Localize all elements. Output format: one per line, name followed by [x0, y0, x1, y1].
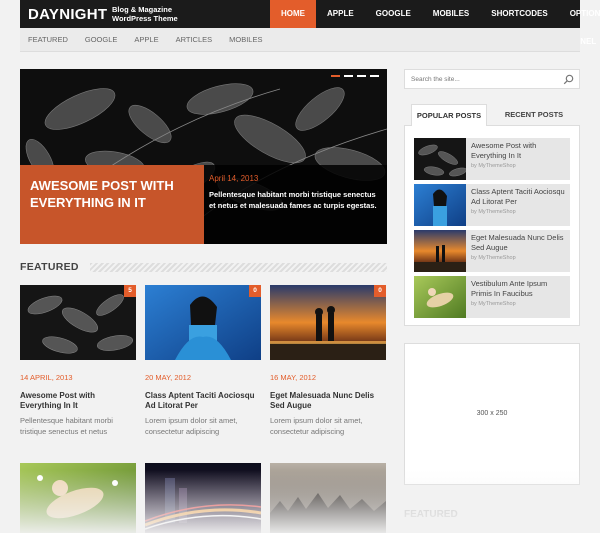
post-image: [414, 230, 466, 272]
popular-post-thumbnail[interactable]: [414, 138, 466, 180]
post-image: [20, 463, 136, 533]
tagline-line-2: WordPress Theme: [112, 14, 178, 23]
post-image: [414, 184, 466, 226]
site-tagline: Blog & Magazine WordPress Theme: [112, 5, 178, 23]
post-image: [270, 285, 386, 360]
popular-post-thumbnail[interactable]: [414, 276, 466, 318]
post-title[interactable]: Eget Malesuada Nunc Delis Sed Augue: [270, 391, 386, 411]
top-nav-home[interactable]: HOME: [270, 0, 316, 28]
featured-post-6-thumbnail[interactable]: 0: [270, 463, 386, 533]
top-nav-shortcodes[interactable]: SHORTCODES: [480, 0, 558, 28]
tab-popular-posts[interactable]: POPULAR POSTS: [411, 104, 487, 126]
sub-nav-featured[interactable]: FEATURED: [28, 35, 68, 44]
featured-post-3[interactable]: 0 16 MAY, 2012 Eget Malesuada Nunc Delis…: [270, 285, 386, 437]
tab-panel-popular: Awesome Post with Everything In It by My…: [404, 125, 580, 326]
top-navigation: HOME APPLE GOOGLE MOBILES SHORTCODES OPT…: [270, 0, 600, 46]
top-nav-options-panel[interactable]: OPTIONS PANEL: [559, 0, 600, 46]
slide-date: April 14, 2013: [209, 174, 259, 183]
popular-post-3[interactable]: Eget Malesuada Nunc Delis Sed Augue by M…: [414, 230, 570, 272]
post-thumbnail[interactable]: 5: [20, 285, 136, 360]
advertisement-box[interactable]: 300 x 250: [404, 343, 580, 485]
slider-dot-1[interactable]: [331, 75, 340, 77]
popular-post-1[interactable]: Awesome Post with Everything In It by My…: [414, 138, 570, 180]
sub-nav-apple[interactable]: APPLE: [134, 35, 158, 44]
slider-pagination: [331, 75, 379, 77]
popular-post-thumbnail[interactable]: [414, 230, 466, 272]
popular-post-author: by MyThemeShop: [471, 255, 516, 261]
slide-details: April 14, 2013 Pellentesque habitant mor…: [204, 165, 387, 244]
top-nav-mobiles[interactable]: MOBILES: [422, 0, 480, 28]
popular-post-author: by MyThemeShop: [471, 163, 516, 169]
popular-post-title[interactable]: Class Aptent Taciti Aociosqu Ad Litorat …: [471, 187, 568, 207]
sub-nav-google[interactable]: GOOGLE: [85, 35, 118, 44]
featured-slider[interactable]: AWESOME POST WITH EVERYTHING IN IT April…: [20, 69, 387, 244]
sidebar-featured-title: FEATURED: [404, 509, 458, 520]
popular-post-title[interactable]: Eget Malesuada Nunc Delis Sed Augue: [471, 233, 568, 253]
popular-post-title[interactable]: Vestibulum Ante Ipsum Primis In Faucibus: [471, 279, 568, 299]
post-image: [270, 463, 386, 533]
slider-dot-2[interactable]: [344, 75, 353, 77]
popular-post-thumbnail[interactable]: [414, 184, 466, 226]
slider-dot-3[interactable]: [357, 75, 366, 77]
comment-count-badge[interactable]: 5: [124, 285, 136, 297]
search-input[interactable]: Search the site...: [411, 76, 460, 83]
post-date: 20 MAY, 2012: [145, 373, 192, 382]
section-divider-stripes: [90, 263, 387, 272]
sub-nav-articles[interactable]: ARTICLES: [176, 35, 213, 44]
post-image: [145, 463, 261, 533]
top-nav-apple[interactable]: APPLE: [316, 0, 365, 28]
slide-title[interactable]: AWESOME POST WITH EVERYTHING IN IT: [20, 165, 204, 244]
popular-post-author: by MyThemeShop: [471, 209, 516, 215]
post-title[interactable]: Awesome Post with Everything In It: [20, 391, 136, 411]
featured-section-header: FEATURED: [20, 261, 387, 273]
site-logo[interactable]: DAYNIGHT: [28, 6, 107, 23]
post-date: 16 MAY, 2012: [270, 373, 317, 382]
tagline-line-1: Blog & Magazine: [112, 5, 173, 14]
post-excerpt: Pellentesque habitant morbi tristique se…: [20, 416, 113, 436]
slide-excerpt: Pellentesque habitant morbi tristique se…: [209, 190, 377, 210]
post-image: [20, 285, 136, 360]
search-icon[interactable]: [563, 74, 574, 85]
post-excerpt: Lorem ipsum dolor sit amet, consectetur …: [270, 416, 363, 436]
post-image: [145, 285, 261, 360]
post-date: 14 APRIL, 2013: [20, 373, 73, 382]
popular-post-title[interactable]: Awesome Post with Everything In It: [471, 141, 568, 161]
comment-count-badge[interactable]: 0: [249, 285, 261, 297]
post-excerpt: Lorem ipsum dolor sit amet, consectetur …: [145, 416, 238, 436]
comment-count-badge[interactable]: 0: [374, 285, 386, 297]
popular-post-2[interactable]: Class Aptent Taciti Aociosqu Ad Litorat …: [414, 184, 570, 226]
tab-recent-posts[interactable]: RECENT POSTS: [494, 104, 574, 126]
post-image: [414, 276, 466, 318]
featured-post-4-thumbnail[interactable]: 0: [20, 463, 136, 533]
popular-post-4[interactable]: Vestibulum Ante Ipsum Primis In Faucibus…: [414, 276, 570, 318]
featured-post-2[interactable]: 0 20 MAY, 2012 Class Aptent Taciti Aocio…: [145, 285, 261, 437]
slider-dot-4[interactable]: [370, 75, 379, 77]
post-thumbnail[interactable]: 0: [270, 285, 386, 360]
featured-post-1[interactable]: 5 14 APRIL, 2013 Awesome Post with Every…: [20, 285, 136, 437]
sidebar-tabs-widget: Awesome Post with Everything In It by My…: [404, 104, 580, 326]
header-bar: DAYNIGHT Blog & Magazine WordPress Theme…: [20, 0, 600, 46]
search-box: Search the site...: [404, 69, 580, 89]
post-thumbnail[interactable]: 0: [145, 285, 261, 360]
secondary-navigation: FEATURED GOOGLE APPLE ARTICLES MOBILES: [20, 28, 580, 52]
popular-post-author: by MyThemeShop: [471, 301, 516, 307]
post-title[interactable]: Class Aptent Taciti Aociosqu Ad Litorat …: [145, 391, 261, 411]
post-image: [414, 138, 466, 180]
top-nav-google[interactable]: GOOGLE: [365, 0, 422, 28]
featured-post-5-thumbnail[interactable]: 0: [145, 463, 261, 533]
ad-size-label: 300 x 250: [476, 410, 508, 417]
sub-nav-mobiles[interactable]: MOBILES: [229, 35, 262, 44]
